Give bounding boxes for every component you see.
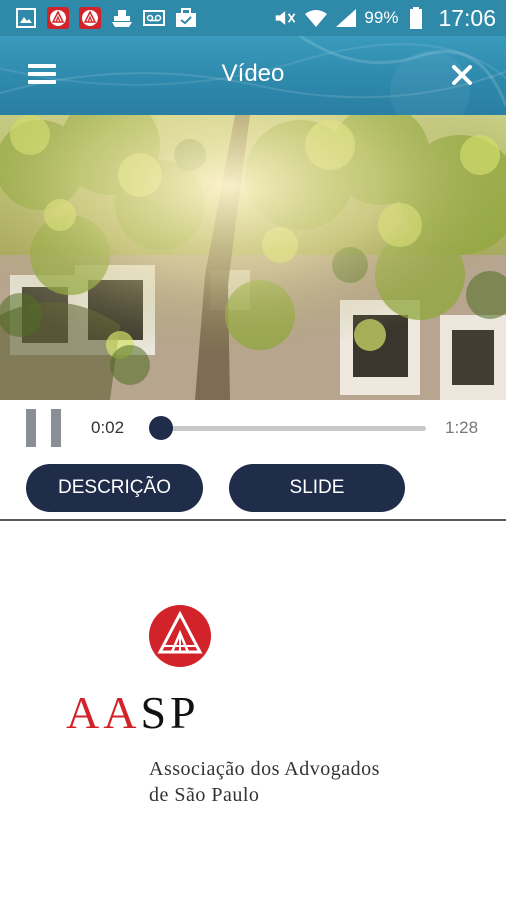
video-frame bbox=[0, 115, 506, 400]
wordmark-black: SP bbox=[140, 687, 200, 738]
app-bar: Vídeo bbox=[0, 36, 506, 115]
mute-icon bbox=[274, 7, 298, 29]
wordmark-red: AA bbox=[66, 687, 141, 738]
pause-icon[interactable] bbox=[26, 409, 62, 447]
aasp-icon bbox=[78, 7, 102, 29]
status-bar: 99% 17:06 bbox=[0, 0, 506, 36]
total-time: 1:28 bbox=[445, 418, 479, 437]
aasp-wordmark: AASP bbox=[66, 690, 200, 736]
image-icon bbox=[14, 7, 38, 29]
description-button[interactable]: DESCRIÇÃO bbox=[26, 464, 203, 512]
notification-icons bbox=[0, 7, 198, 29]
subtitle-line-1: Associação dos Advogados bbox=[149, 758, 380, 780]
system-status: 99% 17:06 bbox=[274, 5, 506, 32]
aasp-logo-emblem bbox=[149, 605, 211, 667]
current-time: 0:02 bbox=[91, 418, 125, 437]
seek-thumb[interactable] bbox=[149, 416, 174, 440]
wifi-icon bbox=[304, 7, 328, 29]
signal-icon bbox=[334, 7, 358, 29]
close-icon[interactable] bbox=[450, 63, 474, 87]
page-title: Vídeo bbox=[221, 60, 285, 87]
slide-button[interactable]: SLIDE bbox=[229, 464, 405, 512]
briefcase-icon bbox=[174, 7, 198, 29]
subtitle-line-2: de São Paulo bbox=[149, 784, 260, 806]
player-controls: 0:02 1:28 bbox=[0, 400, 506, 456]
battery-icon bbox=[404, 7, 428, 29]
video-player[interactable] bbox=[0, 115, 506, 400]
voicemail-icon bbox=[142, 7, 166, 29]
ship-icon bbox=[110, 7, 134, 29]
status-clock: 17:06 bbox=[438, 4, 496, 31]
aasp-subtitle: Associação dos Advogados de São Paulo bbox=[149, 756, 380, 808]
aasp-icon bbox=[46, 7, 70, 29]
seek-bar[interactable] bbox=[152, 426, 426, 431]
battery-percent: 99% bbox=[364, 8, 399, 27]
